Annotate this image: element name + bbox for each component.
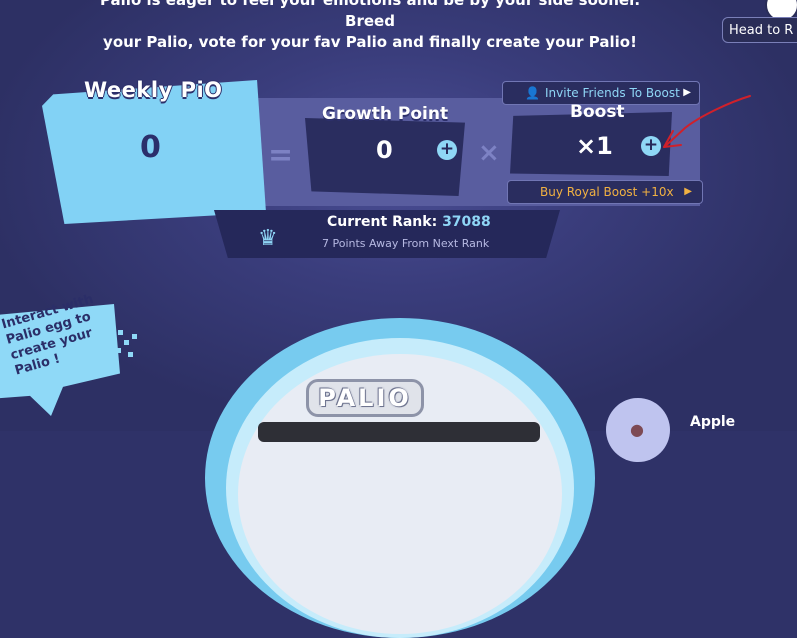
rank-label-text: Current Rank: bbox=[327, 214, 438, 230]
intro-line-2: your Palio, vote for your fav Palio and … bbox=[103, 33, 637, 51]
pixel-decoration bbox=[110, 330, 150, 370]
invite-friends-label: Invite Friends To Boost bbox=[545, 86, 680, 100]
growth-point-value: 0 bbox=[376, 136, 393, 164]
rank-subtext: 7 Points Away From Next Rank bbox=[322, 237, 490, 250]
crown-icon: ♛ bbox=[258, 226, 278, 251]
weekly-pio-value: 0 bbox=[140, 130, 161, 165]
growth-plus-button[interactable]: + bbox=[437, 140, 457, 160]
egg-screen bbox=[258, 422, 540, 442]
triangle-right-icon: ▶ bbox=[684, 186, 692, 197]
rank-value: 37088 bbox=[442, 214, 491, 230]
equals-sign: = bbox=[268, 138, 294, 173]
buy-royal-boost-label: Buy Royal Boost +10x bbox=[540, 185, 674, 199]
buy-royal-boost-button[interactable]: Buy Royal Boost +10x ▶ bbox=[507, 180, 703, 204]
weekly-pio-title: Weekly PiO bbox=[84, 78, 223, 102]
intro-line-1: Palio is eager to feel your emotions and… bbox=[99, 0, 641, 30]
boost-value: ×1 bbox=[576, 132, 613, 160]
palio-logo: PALIO bbox=[306, 379, 424, 417]
times-sign: × bbox=[478, 138, 500, 168]
boost-title: Boost bbox=[570, 102, 625, 122]
growth-point-title: Growth Point bbox=[322, 104, 449, 124]
intro-text: Palio is eager to feel your emotions and… bbox=[90, 0, 650, 53]
boost-plus-button[interactable]: + bbox=[641, 136, 661, 156]
current-rank-label: Current Rank: 37088 bbox=[327, 214, 491, 230]
apple-icon: ● bbox=[630, 420, 644, 439]
head-to-button[interactable]: Head to R bbox=[722, 17, 797, 43]
triangle-right-icon: ▶ bbox=[683, 87, 691, 98]
player-name: Apple bbox=[690, 414, 736, 430]
person-icon: 👤 bbox=[525, 86, 540, 100]
